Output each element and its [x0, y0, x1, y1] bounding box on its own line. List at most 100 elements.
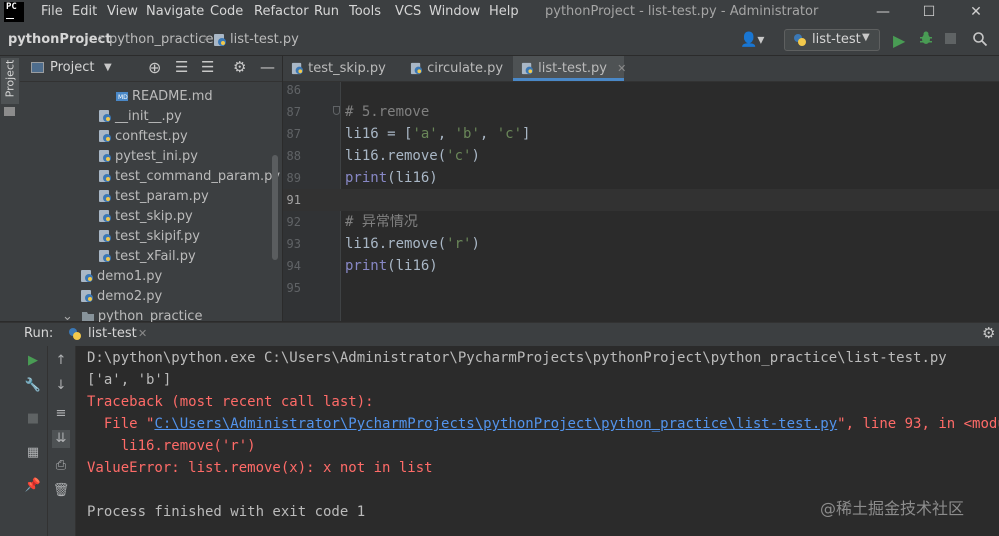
line-number: 86	[286, 83, 301, 97]
tree-item-label: demo2.py	[97, 289, 163, 304]
line-number: 89	[286, 171, 301, 185]
tree-file[interactable]: test_skipif.py	[98, 227, 200, 247]
close-icon[interactable]: ✕	[953, 0, 999, 24]
tab-circulate[interactable]: circulate.py	[402, 56, 512, 81]
tree-file[interactable]: conftest.py	[98, 127, 188, 147]
search-icon[interactable]	[972, 31, 988, 51]
tab-label: list-test.py	[538, 61, 607, 76]
close-icon[interactable]: ✕	[138, 327, 147, 340]
arrow-up-icon[interactable]: ↑	[52, 352, 70, 370]
run-panel-header	[0, 322, 999, 348]
maximize-icon[interactable]: ☐	[906, 0, 952, 24]
tree-file[interactable]: __init__.py	[98, 107, 182, 127]
tree-file[interactable]: demo2.py	[80, 287, 162, 307]
stop-icon[interactable]	[945, 33, 956, 44]
menu-tools[interactable]: Tools	[349, 4, 381, 19]
line-number: 95	[286, 281, 301, 295]
python-file-icon	[99, 249, 111, 262]
code-line: # 异常情况	[345, 214, 418, 230]
soft-wrap-icon[interactable]: ≡	[52, 405, 70, 423]
code-line: li16 = ['a', 'b', 'c']	[345, 126, 531, 142]
rerun-icon[interactable]: ▶	[24, 352, 42, 370]
tree-scrollbar[interactable]	[272, 155, 278, 260]
menu-window[interactable]: Window	[429, 4, 480, 19]
traceback-file-link[interactable]: C:\Users\Administrator\PycharmProjects\p…	[154, 416, 837, 432]
run-tab-label[interactable]: list-test	[88, 326, 137, 341]
fold-icon[interactable]	[333, 106, 340, 115]
minimize-icon[interactable]: —	[860, 0, 906, 24]
expand-all-icon[interactable]: ☰	[175, 58, 188, 76]
markdown-file-icon: MD	[116, 91, 128, 101]
print-icon[interactable]: ⎙	[52, 457, 70, 475]
tree-item-label: test_skip.py	[115, 209, 193, 224]
python-file-icon	[410, 62, 423, 75]
gear-icon[interactable]: ⚙	[233, 58, 246, 76]
code-line: print(li16)	[345, 258, 438, 274]
menu-view[interactable]: View	[107, 4, 138, 19]
menu-refactor[interactable]: Refactor	[254, 4, 309, 19]
layout-icon[interactable]: ▦	[24, 444, 42, 462]
project-panel-title[interactable]: Project	[50, 60, 94, 75]
arrow-down-icon[interactable]: ↓	[52, 377, 70, 395]
python-file-icon	[99, 169, 111, 182]
menu-run[interactable]: Run	[314, 4, 339, 19]
python-config-icon	[68, 327, 82, 345]
breadcrumb-project[interactable]: pythonProject	[8, 32, 112, 47]
chevron-down-icon[interactable]: ▼	[104, 62, 112, 73]
tab-test-skip[interactable]: test_skip.py	[283, 56, 401, 81]
wrench-icon[interactable]: 🔧	[24, 377, 42, 395]
debug-icon[interactable]	[918, 30, 934, 50]
breadcrumb-separator-icon: ›	[203, 30, 209, 46]
run-icon[interactable]: ▶	[893, 31, 905, 50]
hide-panel-icon[interactable]: —	[260, 58, 275, 76]
tree-file[interactable]: test_xFail.py	[98, 247, 196, 267]
menu-vcs[interactable]: VCS	[395, 4, 421, 19]
menu-help[interactable]: Help	[489, 4, 519, 19]
tree-file[interactable]: pytest_ini.py	[98, 147, 198, 167]
python-file-icon	[99, 109, 111, 122]
tree-file[interactable]: MD README.md	[115, 87, 213, 107]
menu-edit[interactable]: Edit	[72, 4, 97, 19]
stop-icon[interactable]: ■	[24, 410, 42, 428]
gear-icon[interactable]: ⚙	[982, 324, 995, 342]
tree-item-label: test_skipif.py	[115, 229, 200, 244]
breadcrumb-file[interactable]: list-test.py	[230, 32, 299, 47]
collapse-all-icon[interactable]: ☰	[201, 58, 214, 76]
user-icon[interactable]: 👤▾	[740, 32, 764, 48]
console-output: ['a', 'b']	[87, 372, 172, 388]
python-file-icon	[99, 229, 111, 242]
python-file-icon	[521, 62, 534, 75]
structure-icon[interactable]	[4, 107, 15, 116]
line-number: 92	[286, 215, 301, 229]
pin-icon[interactable]: 📌	[24, 477, 42, 495]
breadcrumb-folder[interactable]: python_practice	[109, 32, 214, 47]
console-traceback-file: File "C:\Users\Administrator\PycharmProj…	[87, 416, 999, 432]
tree-file[interactable]: test_skip.py	[98, 207, 193, 227]
tree-file[interactable]: test_command_param.py	[98, 167, 280, 187]
python-file-icon	[99, 209, 111, 222]
line-number: 91	[286, 193, 301, 207]
line-number: 94	[286, 259, 301, 273]
menu-navigate[interactable]: Navigate	[146, 4, 204, 19]
menu-file[interactable]: File	[41, 4, 63, 19]
console-command: D:\python\python.exe C:\Users\Administra…	[87, 350, 947, 366]
python-file-icon	[99, 189, 111, 202]
python-file-icon	[99, 129, 111, 142]
locate-icon[interactable]: ⊕	[148, 58, 161, 77]
python-file-icon	[81, 269, 93, 282]
console-traceback: Traceback (most recent call last):	[87, 394, 374, 410]
tree-file[interactable]: demo1.py	[80, 267, 162, 287]
scroll-to-end-icon[interactable]: ⇊	[52, 430, 70, 448]
close-icon[interactable]: ✕	[617, 62, 626, 75]
menu-code[interactable]: Code	[210, 4, 243, 19]
current-line-highlight	[283, 189, 999, 211]
tab-list-test[interactable]: list-test.py ✕	[513, 56, 626, 81]
tree-item-label: test_xFail.py	[115, 249, 196, 264]
line-number: 87	[286, 105, 301, 119]
python-file-icon	[291, 62, 304, 75]
tab-label: circulate.py	[427, 61, 504, 76]
trash-icon[interactable]: 🗑	[52, 482, 70, 500]
console-error: ValueError: list.remove(x): x not in lis…	[87, 460, 433, 476]
tree-item-label: test_command_param.py	[115, 169, 281, 184]
tree-file[interactable]: test_param.py	[98, 187, 209, 207]
